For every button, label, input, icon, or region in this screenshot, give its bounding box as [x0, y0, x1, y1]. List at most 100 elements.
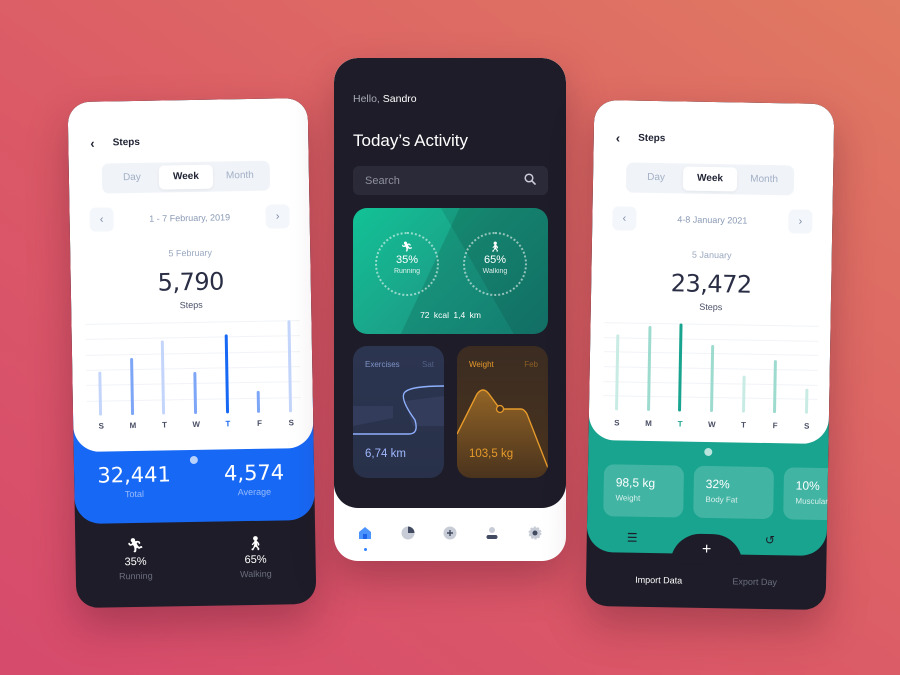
steps-bar-chart [85, 320, 301, 416]
total-stat: 32,441 Total [74, 462, 195, 500]
segment-month[interactable]: Month [737, 167, 791, 192]
grid-line [85, 320, 300, 325]
user-icon [486, 527, 498, 539]
weekday-label[interactable]: W [704, 420, 720, 429]
steps-label: Steps [179, 299, 203, 311]
screen-title: Steps [112, 136, 140, 149]
steps-value: 23,472 [670, 269, 752, 299]
chart-bar[interactable] [256, 390, 261, 413]
next-week-button[interactable]: › [265, 204, 290, 229]
list-icon[interactable]: ☰ [627, 531, 638, 545]
weekday-label[interactable]: S [283, 418, 299, 427]
running-icon: 🏃︎ [126, 536, 145, 554]
walking-icon: 🚶︎ [488, 242, 502, 253]
prev-week-button[interactable]: ‹ [612, 206, 637, 231]
selected-date: 5 February [168, 247, 213, 259]
user-name: Sandro [382, 93, 417, 105]
history-icon[interactable]: ↺ [765, 533, 775, 547]
weekday-label[interactable]: T [220, 419, 236, 428]
activity-dashboard: Hello, Sandro Today’s Activity 🏃︎ 35% Ru… [334, 58, 566, 561]
date-range: 1 - 7 February, 2019 [149, 212, 231, 224]
chart-bar[interactable] [710, 345, 715, 413]
chart-bar[interactable] [224, 334, 229, 414]
distance-value: 1,4 km [453, 310, 481, 320]
tab-add[interactable] [438, 526, 462, 543]
tile-label: Weight [615, 493, 641, 503]
exercises-card[interactable]: Exercises Sat 6,74 km [353, 346, 444, 478]
search-input[interactable] [365, 174, 505, 187]
activity-card[interactable]: 🏃︎ 35% Running 🚶︎ 65% Walking 72 kcal 1,… [353, 208, 548, 334]
weekday-label[interactable]: W [188, 420, 204, 429]
back-button[interactable]: ‹ [90, 136, 95, 151]
weekday-label[interactable]: S [609, 418, 625, 427]
dashboard-content: Hello, Sandro Today’s Activity 🏃︎ 35% Ru… [334, 58, 566, 508]
greeting-text: Hello, [353, 93, 380, 105]
date-navigator: ‹ 4-8 January 2021 › [612, 206, 813, 234]
walking-label: Walking [482, 268, 508, 275]
drag-handle[interactable] [704, 447, 713, 457]
chart-bar[interactable] [615, 334, 620, 411]
weight-month: Feb [524, 360, 538, 369]
segment-week[interactable]: Week [158, 164, 214, 190]
total-label: Total [124, 488, 145, 500]
running-value: 35% [395, 254, 419, 266]
search-icon[interactable] [524, 173, 536, 188]
weekday-label[interactable]: F [251, 419, 267, 428]
prev-week-button[interactable]: ‹ [89, 207, 114, 232]
weekday-label[interactable]: T [157, 420, 173, 429]
weight-tile[interactable]: 98,5 kg Weight [603, 464, 685, 518]
import-data-button[interactable]: Import Data [635, 575, 682, 586]
back-button[interactable]: ‹ [616, 130, 621, 145]
chart-bar[interactable] [161, 340, 166, 415]
grid-line [604, 336, 819, 342]
add-button[interactable]: + [698, 541, 714, 559]
weekday-label[interactable]: M [640, 419, 656, 428]
running-stat: 🏃︎ 35% Running [75, 536, 196, 582]
tab-settings[interactable] [523, 526, 547, 543]
tile-value: 32% [705, 476, 730, 492]
metric-tiles: 98,5 kg Weight 32% Body Fat 10% Muscular [603, 464, 835, 521]
grid-line [86, 366, 301, 371]
weekday-label[interactable]: S [799, 422, 815, 431]
next-week-button[interactable]: › [788, 209, 813, 234]
chart-bar[interactable] [741, 375, 746, 413]
header: ‹ Steps [616, 130, 666, 146]
segment-day[interactable]: Day [105, 166, 159, 191]
steps-panel: ‹ Steps Day Week Month ‹ 1 - 7 February,… [67, 97, 314, 453]
weekday-label[interactable]: T [735, 420, 751, 430]
weight-card[interactable]: Weight Feb 103,5 kg [457, 346, 548, 478]
weekday-label[interactable]: M [125, 421, 141, 430]
bottom-tab-bar [334, 526, 566, 551]
weekday-label[interactable]: S [93, 421, 109, 431]
tab-home[interactable] [353, 526, 377, 551]
chart-bar[interactable] [193, 371, 198, 414]
selected-date: 5 January [691, 249, 732, 261]
steps-label: Steps [699, 301, 723, 313]
weekday-labels: SMTWTFS [614, 418, 809, 433]
activity-summary: 72 kcal 1,4 km [353, 310, 548, 320]
export-day-button[interactable]: Export Day [732, 576, 777, 587]
walking-icon: 🚶︎ [246, 534, 265, 552]
chart-bar[interactable] [646, 325, 652, 411]
tab-profile[interactable] [480, 526, 504, 543]
average-label: Average [237, 486, 272, 498]
body-fat-tile[interactable]: 32% Body Fat [693, 465, 775, 520]
chart-bar[interactable] [129, 358, 134, 416]
tile-label: Muscular [795, 496, 828, 507]
chart-bar[interactable] [98, 371, 103, 416]
chart-bar[interactable] [804, 389, 809, 414]
pie-chart-icon [401, 526, 415, 540]
weight-title: Weight [469, 360, 494, 369]
screen-title: Steps [638, 132, 666, 145]
walking-stat: 🚶︎ 65% Walking [195, 534, 316, 580]
header: ‹ Steps [90, 135, 140, 151]
search-bar [353, 166, 548, 195]
weekday-label[interactable]: F [767, 421, 783, 430]
segment-day[interactable]: Day [629, 166, 683, 191]
weekday-label[interactable]: T [672, 419, 688, 428]
chart-bar[interactable] [773, 360, 778, 414]
segment-week[interactable]: Week [682, 166, 738, 192]
muscular-tile[interactable]: 10% Muscular [783, 467, 835, 521]
tab-stats[interactable] [396, 526, 420, 543]
segment-month[interactable]: Month [213, 164, 267, 189]
